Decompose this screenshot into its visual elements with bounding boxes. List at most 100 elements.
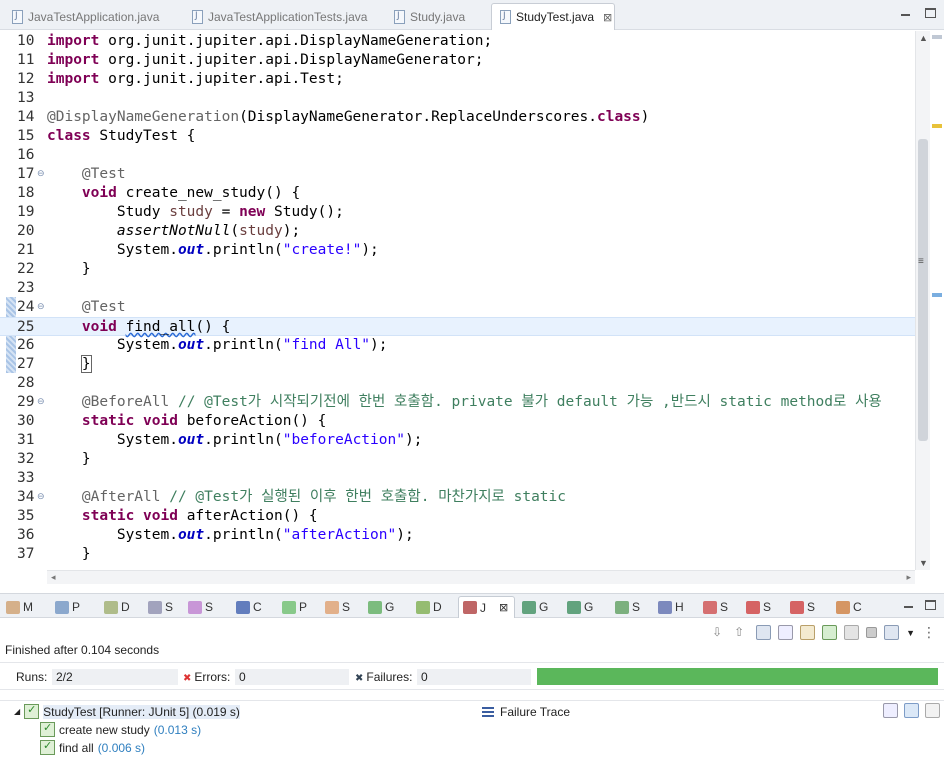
fold-toggle-icon[interactable]: ⊖ [37,488,45,507]
view-tab-spring[interactable]: S [615,597,640,617]
test-case-create-new-study[interactable]: create new study (0.013 s) [40,721,201,737]
tab-javatestapplication[interactable]: JavaTestApplication.java [4,3,159,30]
collapse-arrow-icon[interactable]: ◢ [14,707,20,716]
view-tab-markers[interactable]: M [6,597,33,617]
code-line[interactable]: 33 [0,469,915,488]
test-run-history-icon[interactable] [884,625,900,640]
tab-study[interactable]: Study.java [386,3,465,30]
view-tab-snippets[interactable]: S [148,597,173,617]
code-text: Study study = new Study(); [47,204,344,220]
tab-javatestapplicationtests[interactable]: JavaTestApplicationTests.java [184,3,367,30]
code-editor[interactable]: 10 import org.junit.jupiter.api.DisplayNa… [0,31,944,584]
code-line[interactable]: 19 Study study = new Study(); [0,203,915,222]
view-tab-console[interactable]: C [236,597,262,617]
code-line[interactable]: 27 } [0,355,915,374]
code-text: static void afterAction() { [81,508,318,524]
close-tab-icon[interactable]: ⊠ [603,11,612,24]
code-line[interactable]: 36 System.out.println("afterAction"); [0,526,915,545]
view-tab-stop[interactable]: S [746,597,771,617]
view-tab-servers[interactable]: S [325,597,350,617]
scroll-right-icon[interactable]: ▸ [906,572,911,583]
horizontal-scrollbar[interactable]: ◂ ▸ [47,570,915,584]
show-failures-only-icon[interactable] [756,625,772,640]
maximize-view-button[interactable] [925,600,936,610]
code-line[interactable]: 16 [0,146,915,165]
scroll-down-icon[interactable]: ▼ [919,558,928,568]
fold-toggle-icon[interactable]: ⊖ [37,165,45,184]
code-line[interactable]: 15 class StudyTest { [0,127,915,146]
minimize-button[interactable] [900,8,911,18]
view-tab-sonar[interactable]: S [703,597,728,617]
close-view-icon[interactable]: ⊠ [499,601,508,614]
line-number: 32 [17,451,35,467]
view-tab-junit[interactable]: J ⊠ [458,596,516,618]
test-case-find-all[interactable]: find all (0.006 s) [40,739,146,755]
view-tab-debug[interactable]: D [416,597,442,617]
code-line[interactable]: 32 } [0,450,915,469]
view-tab-label: P [72,600,81,614]
view-tab-search[interactable]: S [188,597,213,617]
line-number: 14 [17,109,35,125]
code-line[interactable]: 13 [0,89,915,108]
markers-icon [6,600,20,614]
code-line[interactable]: 26 System.out.println("find All"); [0,336,915,355]
code-line[interactable]: 14 @DisplayNameGeneration(DisplayNameGene… [0,108,915,127]
view-menu-icon[interactable]: ▼ [906,628,915,638]
more-options-icon[interactable]: ⋮ [922,624,936,641]
code-line[interactable]: 35 static void afterAction() { [0,507,915,526]
code-line[interactable]: 28 [0,374,915,393]
code-line[interactable]: 12 import org.junit.jupiter.api.Test; [0,70,915,89]
view-tab-gradle-tasks[interactable]: G [368,597,394,617]
code-line[interactable]: 21 System.out.println("create!"); [0,241,915,260]
sonar-icon [703,600,717,614]
line-number: 34 [17,489,35,505]
filter-stack-trace-icon[interactable] [904,703,919,718]
view-tab-progress[interactable]: P [282,597,307,617]
test-tree[interactable]: ◢ StudyTest [Runner: JUnit 5] (0.019 s) … [0,700,476,776]
code-line[interactable]: 30 static void beforeAction() { [0,412,915,431]
next-failure-icon[interactable]: ⇩ [712,625,727,640]
copy-trace-icon[interactable] [925,703,940,718]
tree-root-studytest[interactable]: ◢ StudyTest [Runner: JUnit 5] (0.019 s) [14,703,240,719]
code-line[interactable]: 10 import org.junit.jupiter.api.DisplayNa… [0,32,915,51]
code-line[interactable]: 31 System.out.println("beforeAction"); [0,431,915,450]
test-time: (0.006 s) [97,740,146,755]
code-line[interactable]: 20 assertNotNull(study); [0,222,915,241]
scroll-up-icon[interactable]: ▲ [919,33,928,43]
code-line[interactable]: 18 void create_new_study() { [0,184,915,203]
show-skipped-icon[interactable] [778,625,794,640]
fold-toggle-icon[interactable]: ⊖ [37,393,45,412]
code-line[interactable]: 23 [0,279,915,298]
view-tab-properties[interactable]: P [55,597,80,617]
scroll-left-icon[interactable]: ◂ [51,572,56,583]
code-line[interactable]: 24 ⊖ @Test [0,298,915,317]
rerun-test-icon[interactable] [822,625,838,640]
tab-studytest[interactable]: StudyTest.java ⊠ [491,3,615,30]
minimize-view-button[interactable] [903,600,914,610]
code-line[interactable]: 37 } [0,545,915,564]
view-tab-label: D [433,600,442,614]
vertical-scrollbar[interactable]: ▲ ≡ ▼ [915,31,930,570]
compare-result-icon[interactable] [883,703,898,718]
code-line[interactable]: 34 ⊖ @AfterAll // @Test가 실행된 이후 한번 호출함. 마… [0,488,915,507]
scrollbar-thumb[interactable] [918,139,928,441]
code-text: static void beforeAction() { [81,413,327,429]
previous-failure-icon[interactable]: ⇧ [734,625,749,640]
code-line[interactable]: 25 void find_all() { [0,317,915,336]
java-file-icon [192,9,203,24]
code-line[interactable]: 29 ⊖ @BeforeAll // @Test가 시작되기전에 한번 호출함. … [0,393,915,412]
stop-icon[interactable] [866,627,878,638]
scroll-lock-icon[interactable] [800,625,816,640]
code-line[interactable]: 11 import org.junit.jupiter.api.DisplayNa… [0,51,915,70]
maximize-button[interactable] [925,8,936,18]
code-line[interactable]: 22 } [0,260,915,279]
fold-toggle-icon[interactable]: ⊖ [37,298,45,317]
view-tab-coverage[interactable]: C [836,597,862,617]
rerun-failed-first-icon[interactable] [844,625,860,640]
view-tab-gradle-executions[interactable]: G [522,597,548,617]
code-line[interactable]: 17 ⊖ @Test [0,165,915,184]
view-tab-gradle-elephant[interactable]: G [567,597,593,617]
view-tab-data-source[interactable]: D [104,597,130,617]
view-tab-history[interactable]: H [658,597,684,617]
view-tab-help[interactable]: S [790,597,815,617]
